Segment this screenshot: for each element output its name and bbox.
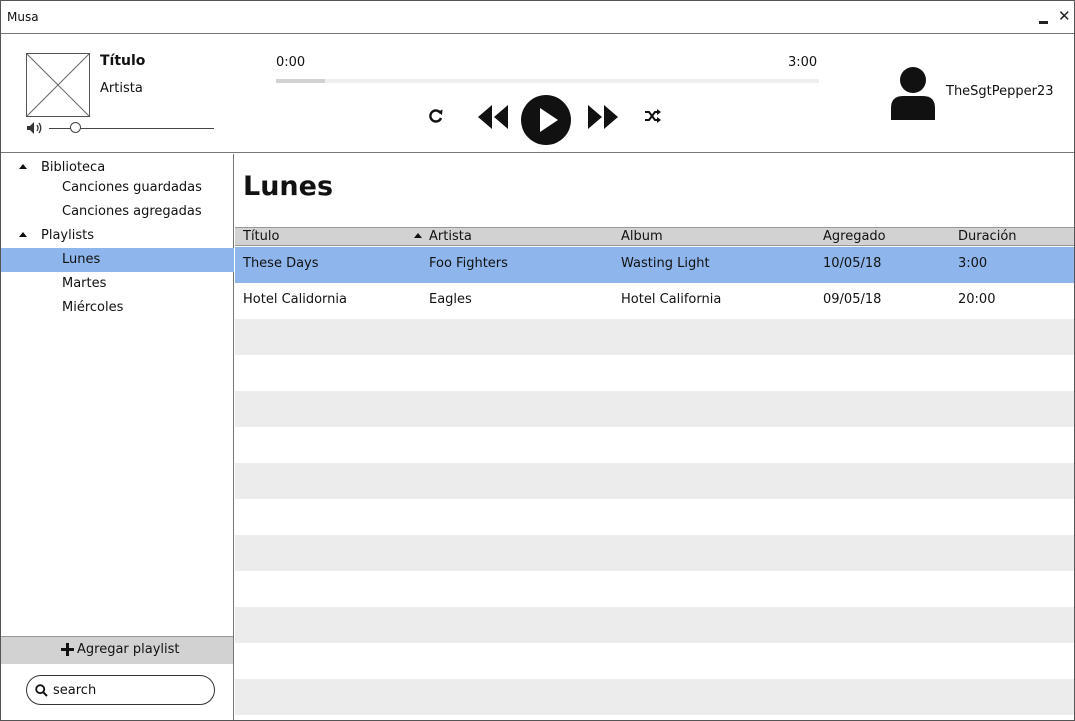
caret-up-icon[interactable] [16,228,30,242]
shuffle-icon[interactable] [644,108,662,124]
table-cell: 09/05/18 [823,292,882,307]
current-time: 0:00 [276,55,306,70]
column-header[interactable]: Album [621,229,663,244]
tree-item[interactable]: Lunes [1,248,234,272]
empty-table-row [235,715,1074,720]
table-cell: These Days [243,256,319,271]
window-title: Musa [7,10,39,24]
table-header: Título Artista Album Agregado Duración [235,227,1074,246]
tree-item-label: Lunes [62,252,101,267]
volume-slider[interactable] [49,122,214,134]
volume-knob[interactable] [70,122,82,133]
image-placeholder-icon [26,53,90,117]
add-playlist-label: Agregar playlist [77,642,180,657]
column-header-label: Agregado [823,229,886,244]
tree-item-label: Playlists [41,228,94,243]
minimize-icon[interactable] [1037,11,1051,25]
column-header-label: Título [243,229,280,244]
table-row[interactable]: These Days Foo Fighters Wasting Light 10/05… [235,247,1074,283]
repeat-icon[interactable] [428,108,444,124]
fast-forward-icon[interactable] [585,103,621,131]
album-art-placeholder [26,53,90,117]
sort-ascending-icon[interactable] [413,230,423,240]
table-cell: 20:00 [958,292,996,307]
empty-table-row [235,643,1074,679]
column-header[interactable]: Duración [958,229,1017,244]
table-cell: 3:00 [958,256,988,271]
app-window: Musa ✕ Título Artista 0:00 3:00 TheSgtPe… [0,0,1075,721]
empty-table-row [235,571,1074,607]
search-box[interactable] [26,675,215,705]
caret-up-icon[interactable] [16,160,30,174]
table-cell: Hotel California [621,292,722,307]
tree-item-label: Biblioteca [41,160,106,175]
table-cell: Foo Fighters [429,256,508,271]
tree-item-label: Martes [62,276,107,291]
table-cell: Hotel Calidornia [243,292,347,307]
empty-table-row [235,391,1074,427]
search-icon [35,684,48,697]
tree-item[interactable]: Canciones guardadas [1,176,234,200]
empty-table-row [235,319,1074,355]
plus-icon [61,643,74,656]
search-input[interactable] [53,680,203,700]
column-header-label: Duración [958,229,1017,244]
progress-fill [276,79,325,83]
tree-item-label: Canciones guardadas [62,180,202,195]
tree-item[interactable]: Martes [1,272,234,296]
player-bar: Título Artista 0:00 3:00 TheSgtPepper23 [1,35,1074,153]
total-time: 3:00 [788,55,818,70]
tree-item[interactable]: Canciones agregadas [1,200,234,224]
table-row[interactable]: Hotel Calidornia Eagles Hotel California 09… [235,283,1074,319]
tree-item-label: Miércoles [62,300,124,315]
column-header[interactable]: Artista [413,229,472,244]
main-content: Lunes Título Artista Album Agregado Duración… [235,154,1074,720]
empty-table-row [235,499,1074,535]
track-artist: Artista [100,81,143,96]
play-icon[interactable] [520,94,572,146]
title-bar: Musa ✕ [1,1,1074,34]
empty-table-row [235,607,1074,643]
column-header-label: Album [621,229,663,244]
column-header[interactable]: Título [243,229,279,244]
user-name[interactable]: TheSgtPepper23 [946,84,1054,99]
tree-item-label: Canciones agregadas [62,204,202,219]
rewind-icon[interactable] [475,103,511,131]
table-cell: Eagles [429,292,472,307]
table-cell: 10/05/18 [823,256,882,271]
tree-item[interactable]: Playlists [1,224,234,248]
empty-table-row [235,427,1074,463]
page-title: Lunes [243,171,334,202]
tree-item[interactable]: Miércoles [1,296,234,320]
track-title: Título [100,53,146,69]
table-cell: Wasting Light [621,256,710,271]
progress-bar[interactable] [276,79,819,83]
empty-table-row [235,463,1074,499]
sidebar: Biblioteca Canciones guardadas Canciones a… [1,154,234,720]
empty-table-row [235,535,1074,571]
volume-icon[interactable] [26,121,44,135]
user-avatar-icon[interactable] [889,66,937,120]
empty-table-row [235,679,1074,715]
column-header-label: Artista [429,229,472,244]
add-playlist-button[interactable]: Agregar playlist [1,636,233,664]
close-icon[interactable]: ✕ [1058,7,1074,25]
column-header[interactable]: Agregado [823,229,886,244]
empty-table-row [235,355,1074,391]
